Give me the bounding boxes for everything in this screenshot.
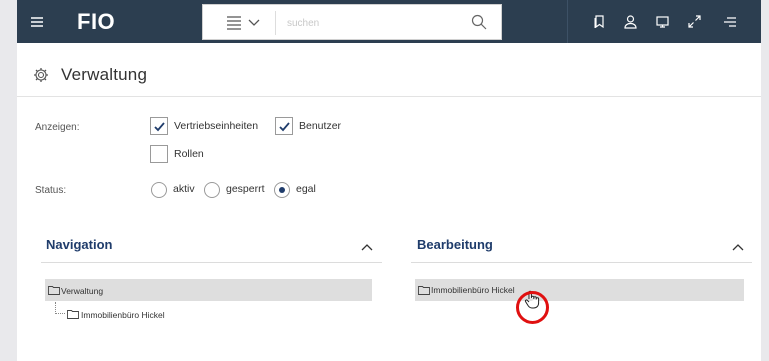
checkbox-label-rollen: Rollen [174,148,204,160]
radio-label-egal: egal [296,183,316,195]
tree-label: Immobilienbüro Hickel [81,310,165,320]
radio-label-aktiv: aktiv [173,183,195,195]
tree-connector [55,302,65,314]
chevron-up-icon[interactable] [731,242,745,252]
page-title: Verwaltung [61,65,148,84]
header-divider [17,96,761,97]
topbar-divider [567,0,568,43]
click-indicator [516,291,549,324]
bearbeitung-panel-title: Bearbeitung [417,237,493,252]
chevron-down-icon[interactable] [247,13,261,31]
page-header: Verwaltung [33,60,147,90]
menu-right-icon[interactable] [713,0,745,43]
check-icon [153,121,165,131]
checkbox-label-benutzer: Benutzer [299,120,342,132]
check-icon [278,121,290,131]
gear-icon [34,68,48,82]
bearbeitung-panel-divider [411,262,752,263]
navigation-panel-divider [41,262,382,263]
radio-aktiv[interactable] [151,182,167,198]
radio-label-gesperrt: gesperrt [226,183,265,195]
checkbox-benutzer[interactable] [275,117,293,135]
tree-row-immobilienbuero-hickel-edit[interactable]: Immobilienbüro Hickel [415,279,744,301]
tree-label: Immobilienbüro Hickel [431,285,515,295]
folder-icon [48,286,60,295]
folder-icon [67,310,79,319]
window-icon[interactable] [646,0,678,43]
status-label: Status: [35,185,67,196]
bookmark-icon[interactable] [583,0,615,43]
search-box [202,4,502,40]
show-label: Anzeigen: [35,122,80,133]
list-icon[interactable] [225,13,243,31]
chevron-up-icon[interactable] [360,242,374,252]
checkbox-label-vertriebseinheiten: Vertriebseinheiten [174,120,259,132]
folder-icon [418,286,430,295]
search-input[interactable] [287,12,467,34]
search-divider [275,11,276,35]
radio-egal[interactable] [274,182,290,198]
radio-gesperrt[interactable] [204,182,220,198]
tree-row-immobilienbuero-hickel[interactable]: Immobilienbüro Hickel [65,303,245,325]
checkbox-rollen[interactable] [150,145,168,163]
menu-icon[interactable] [17,0,57,43]
top-bar: FIO [17,0,761,43]
expand-icon[interactable] [678,0,710,43]
navigation-panel-title: Navigation [46,237,113,252]
search-icon[interactable] [471,14,487,30]
tree-label: Verwaltung [61,286,104,296]
tree-row-verwaltung[interactable]: Verwaltung [45,279,372,301]
user-icon[interactable] [614,0,646,43]
checkbox-vertriebseinheiten[interactable] [150,117,168,135]
app-logo: FIO [77,9,116,34]
page: FIO suchen Verwaltung Anzeigen: Vertrieb… [17,0,761,361]
